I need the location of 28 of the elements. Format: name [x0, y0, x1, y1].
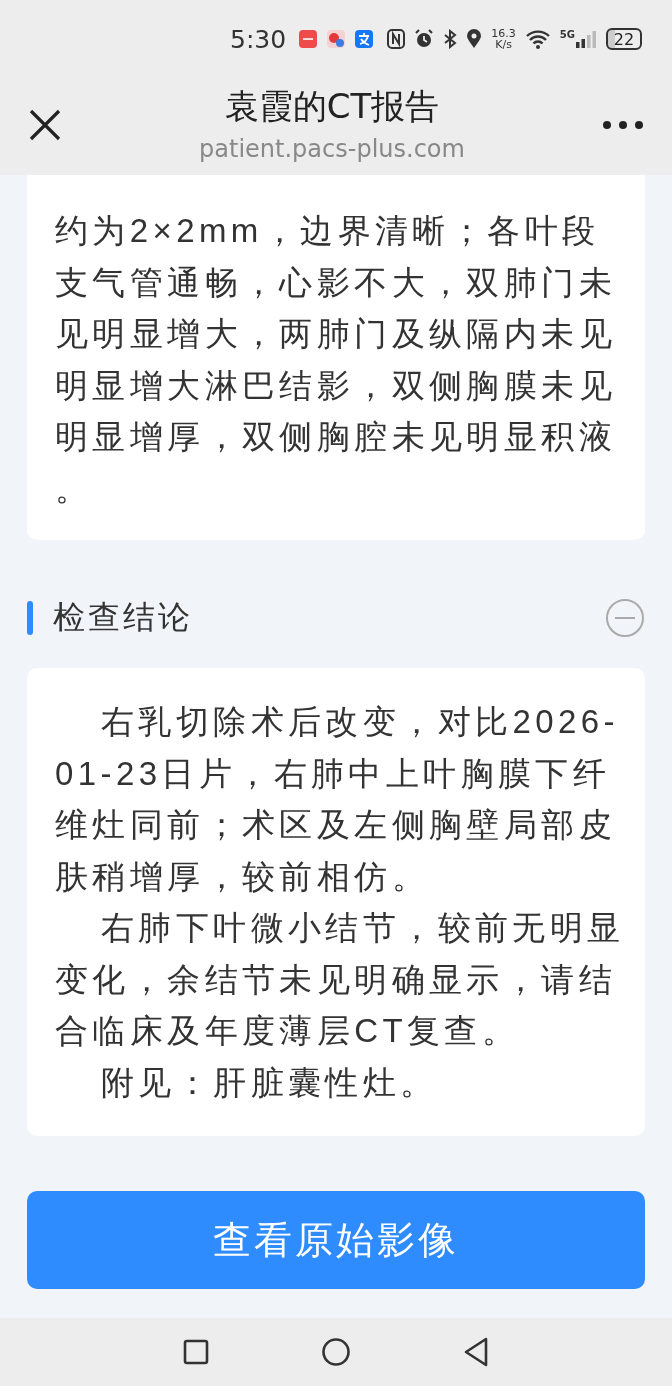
network-speed: 16.3 — [491, 28, 516, 39]
signal-icon — [575, 29, 597, 49]
findings-text: 约为2×2mm，边界清晰；各叶段支气管通畅，心影不大，双肺门未见明显增大，两肺门及纵隔内未见明显增大淋巴结影，双侧胸膜未见明显增厚，双侧胸腔未见明显积液。 — [55, 211, 617, 509]
app-icon — [326, 29, 347, 49]
nfc-icon — [387, 29, 406, 49]
page-url: patient.pacs-plus.com — [199, 134, 465, 165]
network-type: 5G — [559, 29, 575, 40]
page-title: 袁霞的CT报告 — [224, 85, 440, 128]
conclusion-text: 附见：肝脏囊性灶。 — [100, 1062, 439, 1103]
view-images-button[interactable]: 查看原始影像 — [27, 1191, 645, 1289]
section-title: 检查结论 — [53, 597, 194, 638]
square-icon[interactable] — [183, 1339, 209, 1365]
app-icon — [355, 30, 374, 48]
app-icon — [299, 30, 318, 48]
battery-level: 22 — [613, 29, 635, 49]
conclusion-text: 右乳切除术后改变，对比2026-01-23日片，右肺中上叶胸膜下纤维灶同前；术区及左侧胸壁局部皮肤稍增厚，较前相仿。 — [55, 702, 620, 897]
location-icon — [466, 29, 483, 49]
bluetooth-icon — [443, 29, 458, 49]
speed-unit: K/s — [495, 39, 512, 50]
conclusion-text: 右肺下叶微小结节，较前无明显变化，余结节未见明确显示，请结合临床及年度薄层CT复查。 — [55, 908, 626, 1051]
close-icon — [28, 108, 62, 142]
clock-time: 5:30 — [230, 24, 287, 54]
section-marker — [27, 601, 33, 635]
more-icon — [602, 120, 644, 130]
alarm-icon — [414, 29, 435, 49]
circle-icon[interactable] — [321, 1337, 351, 1367]
back-icon[interactable] — [463, 1337, 489, 1367]
wifi-icon — [524, 29, 551, 49]
